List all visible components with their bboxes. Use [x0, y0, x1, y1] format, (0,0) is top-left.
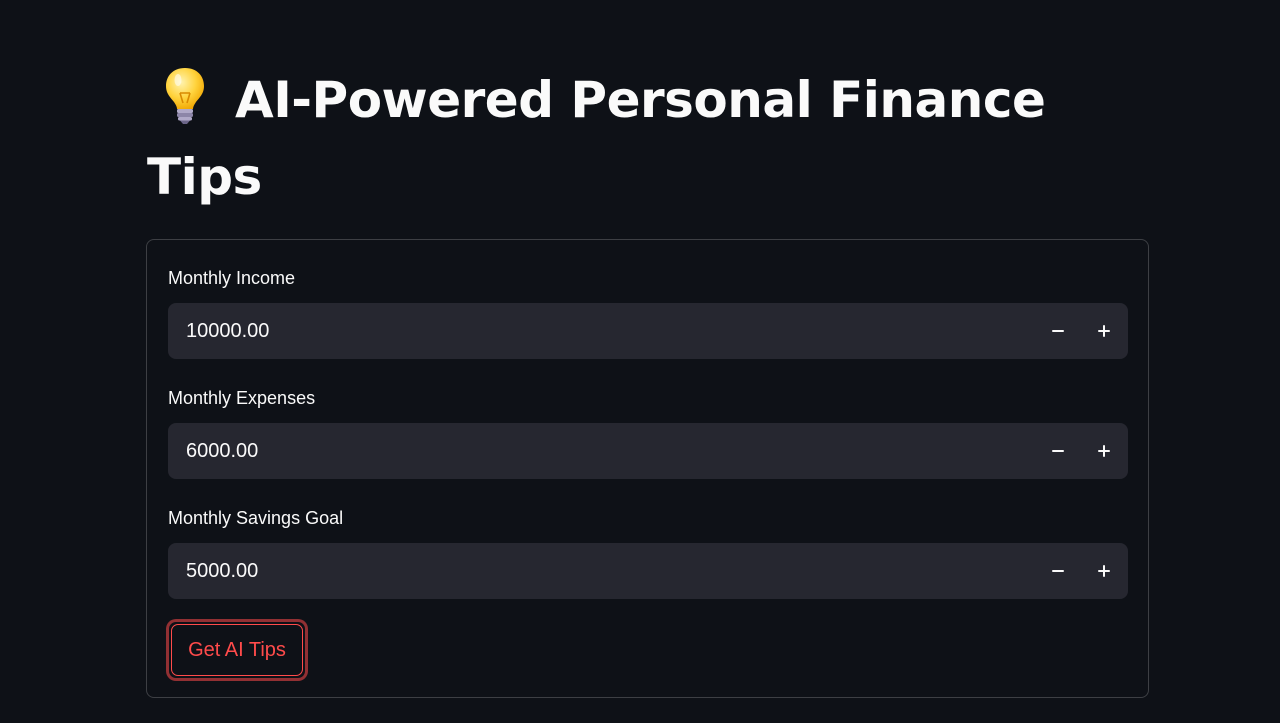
minus-icon — [1052, 329, 1064, 333]
monthly-income-increment-button[interactable] — [1081, 303, 1127, 359]
get-ai-tips-button[interactable]: Get AI Tips — [166, 619, 308, 681]
monthly-income-input[interactable]: 10000.00 — [168, 303, 1128, 359]
page-title: AI-Powered Personal Finance Tips — [147, 62, 1107, 216]
monthly-savings-goal-value[interactable]: 5000.00 — [186, 543, 258, 599]
plus-icon — [1098, 565, 1110, 577]
monthly-income-value[interactable]: 10000.00 — [186, 303, 269, 359]
get-ai-tips-label: Get AI Tips — [171, 624, 303, 676]
monthly-expenses-increment-button[interactable] — [1081, 423, 1127, 479]
monthly-expenses-input[interactable]: 6000.00 — [168, 423, 1128, 479]
plus-icon — [1098, 325, 1110, 337]
monthly-savings-goal-input[interactable]: 5000.00 — [168, 543, 1128, 599]
monthly-expenses-value[interactable]: 6000.00 — [186, 423, 258, 479]
light-bulb-icon — [166, 68, 204, 124]
monthly-savings-goal-label: Monthly Savings Goal — [168, 508, 344, 528]
monthly-savings-goal-decrement-button[interactable] — [1035, 543, 1081, 599]
plus-icon — [1098, 445, 1110, 457]
monthly-income-decrement-button[interactable] — [1035, 303, 1081, 359]
minus-icon — [1052, 569, 1064, 573]
page-title-text: AI-Powered Personal Finance Tips — [147, 71, 1046, 206]
finance-form: Monthly Income 10000.00 Monthly Expenses… — [146, 239, 1149, 698]
monthly-expenses-label: Monthly Expenses — [168, 388, 316, 408]
minus-icon — [1052, 449, 1064, 453]
app-page: AI-Powered Personal Finance Tips Monthly… — [0, 0, 1280, 723]
monthly-income-label: Monthly Income — [168, 268, 296, 288]
monthly-savings-goal-increment-button[interactable] — [1081, 543, 1127, 599]
monthly-expenses-decrement-button[interactable] — [1035, 423, 1081, 479]
